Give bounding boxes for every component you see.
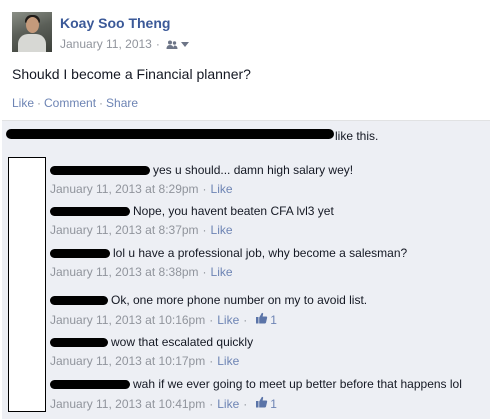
comment-timestamp[interactable]: January 11, 2013 at 10:16pm [50,313,205,327]
comment-separator: · [209,396,214,411]
comment-like-button[interactable]: Like [217,397,239,411]
comment-timestamp[interactable]: January 11, 2013 at 8:37pm [50,223,199,237]
comment-separator: · [243,312,248,327]
comment-like-button[interactable]: Like [217,313,239,327]
redacted-profile-photos [8,157,46,412]
redacted-commenter-name[interactable] [50,249,110,259]
redacted-commenter-name[interactable] [50,296,108,306]
comment-item: Ok, one more phone number on my to avoid… [50,292,367,327]
comment-like-button[interactable]: Like [211,265,233,279]
comment-text: wah if we ever going to meet up better b… [133,377,462,391]
comment-separator: · [209,354,214,368]
share-button[interactable]: Share [106,96,138,110]
action-separator: · [37,96,42,110]
comment-like-button[interactable]: Like [211,223,233,237]
friends-icon[interactable] [166,39,178,49]
likes-summary-text: like this. [335,129,379,143]
post-meta: January 11, 2013 · [60,37,189,51]
comment-separator: · [209,312,214,327]
comment-text: Nope, you havent beaten CFA lvl3 yet [133,204,334,218]
redacted-commenter-name[interactable] [50,380,130,390]
author-name[interactable]: Koay Soo Theng [60,15,170,31]
thumbs-up-icon[interactable] [255,312,268,327]
meta-separator: · [155,37,160,51]
comment-separator: · [202,182,207,196]
comment-timestamp[interactable]: January 11, 2013 at 8:38pm [50,265,199,279]
redacted-commenter-name[interactable] [50,338,108,348]
redacted-commenter-name[interactable] [50,207,130,217]
comment-item: Nope, you havent beaten CFA lvl3 yet Jan… [50,203,334,237]
author-avatar[interactable] [12,12,52,52]
comment-button[interactable]: Comment [44,96,96,110]
comment-text: lol u have a professional job, why becom… [113,246,408,260]
post-date[interactable]: January 11, 2013 [60,37,152,51]
comment-like-button[interactable]: Like [217,354,239,368]
comment-like-count[interactable]: 1 [270,397,277,411]
comment-like-button[interactable]: Like [211,182,233,196]
comment-item: yes u should... damn high salary wey! Ja… [50,162,353,196]
comment-separator: · [243,396,248,411]
comment-timestamp[interactable]: January 11, 2013 at 10:17pm [50,354,205,368]
comment-text: yes u should... damn high salary wey! [153,163,354,177]
comment-like-count[interactable]: 1 [270,313,277,327]
redacted-likers [6,129,334,139]
comment-text: Ok, one more phone number on my to avoid… [111,293,368,307]
comment-text: wow that escalated quickly [111,335,254,349]
comment-timestamp[interactable]: January 11, 2013 at 8:29pm [50,182,199,196]
comment-timestamp[interactable]: January 11, 2013 at 10:41pm [50,397,205,411]
action-separator: · [99,96,104,110]
likes-summary-bar: like this. [2,120,490,151]
chevron-down-icon[interactable] [180,42,189,47]
comment-separator: · [202,223,207,237]
post-actions: Like · Comment · Share [12,96,138,110]
comment-separator: · [202,265,207,279]
post-text: Shoukd I become a Financial planner? [12,66,251,82]
comment-item: wah if we ever going to meet up better b… [50,376,462,411]
comment-item: lol u have a professional job, why becom… [50,245,407,279]
like-button[interactable]: Like [12,96,34,110]
thumbs-up-icon[interactable] [255,396,268,411]
facebook-post: Koay Soo Theng January 11, 2013 · Shoukd… [0,0,491,419]
redacted-commenter-name[interactable] [50,166,150,176]
comment-item: wow that escalated quickly January 11, 2… [50,334,253,368]
